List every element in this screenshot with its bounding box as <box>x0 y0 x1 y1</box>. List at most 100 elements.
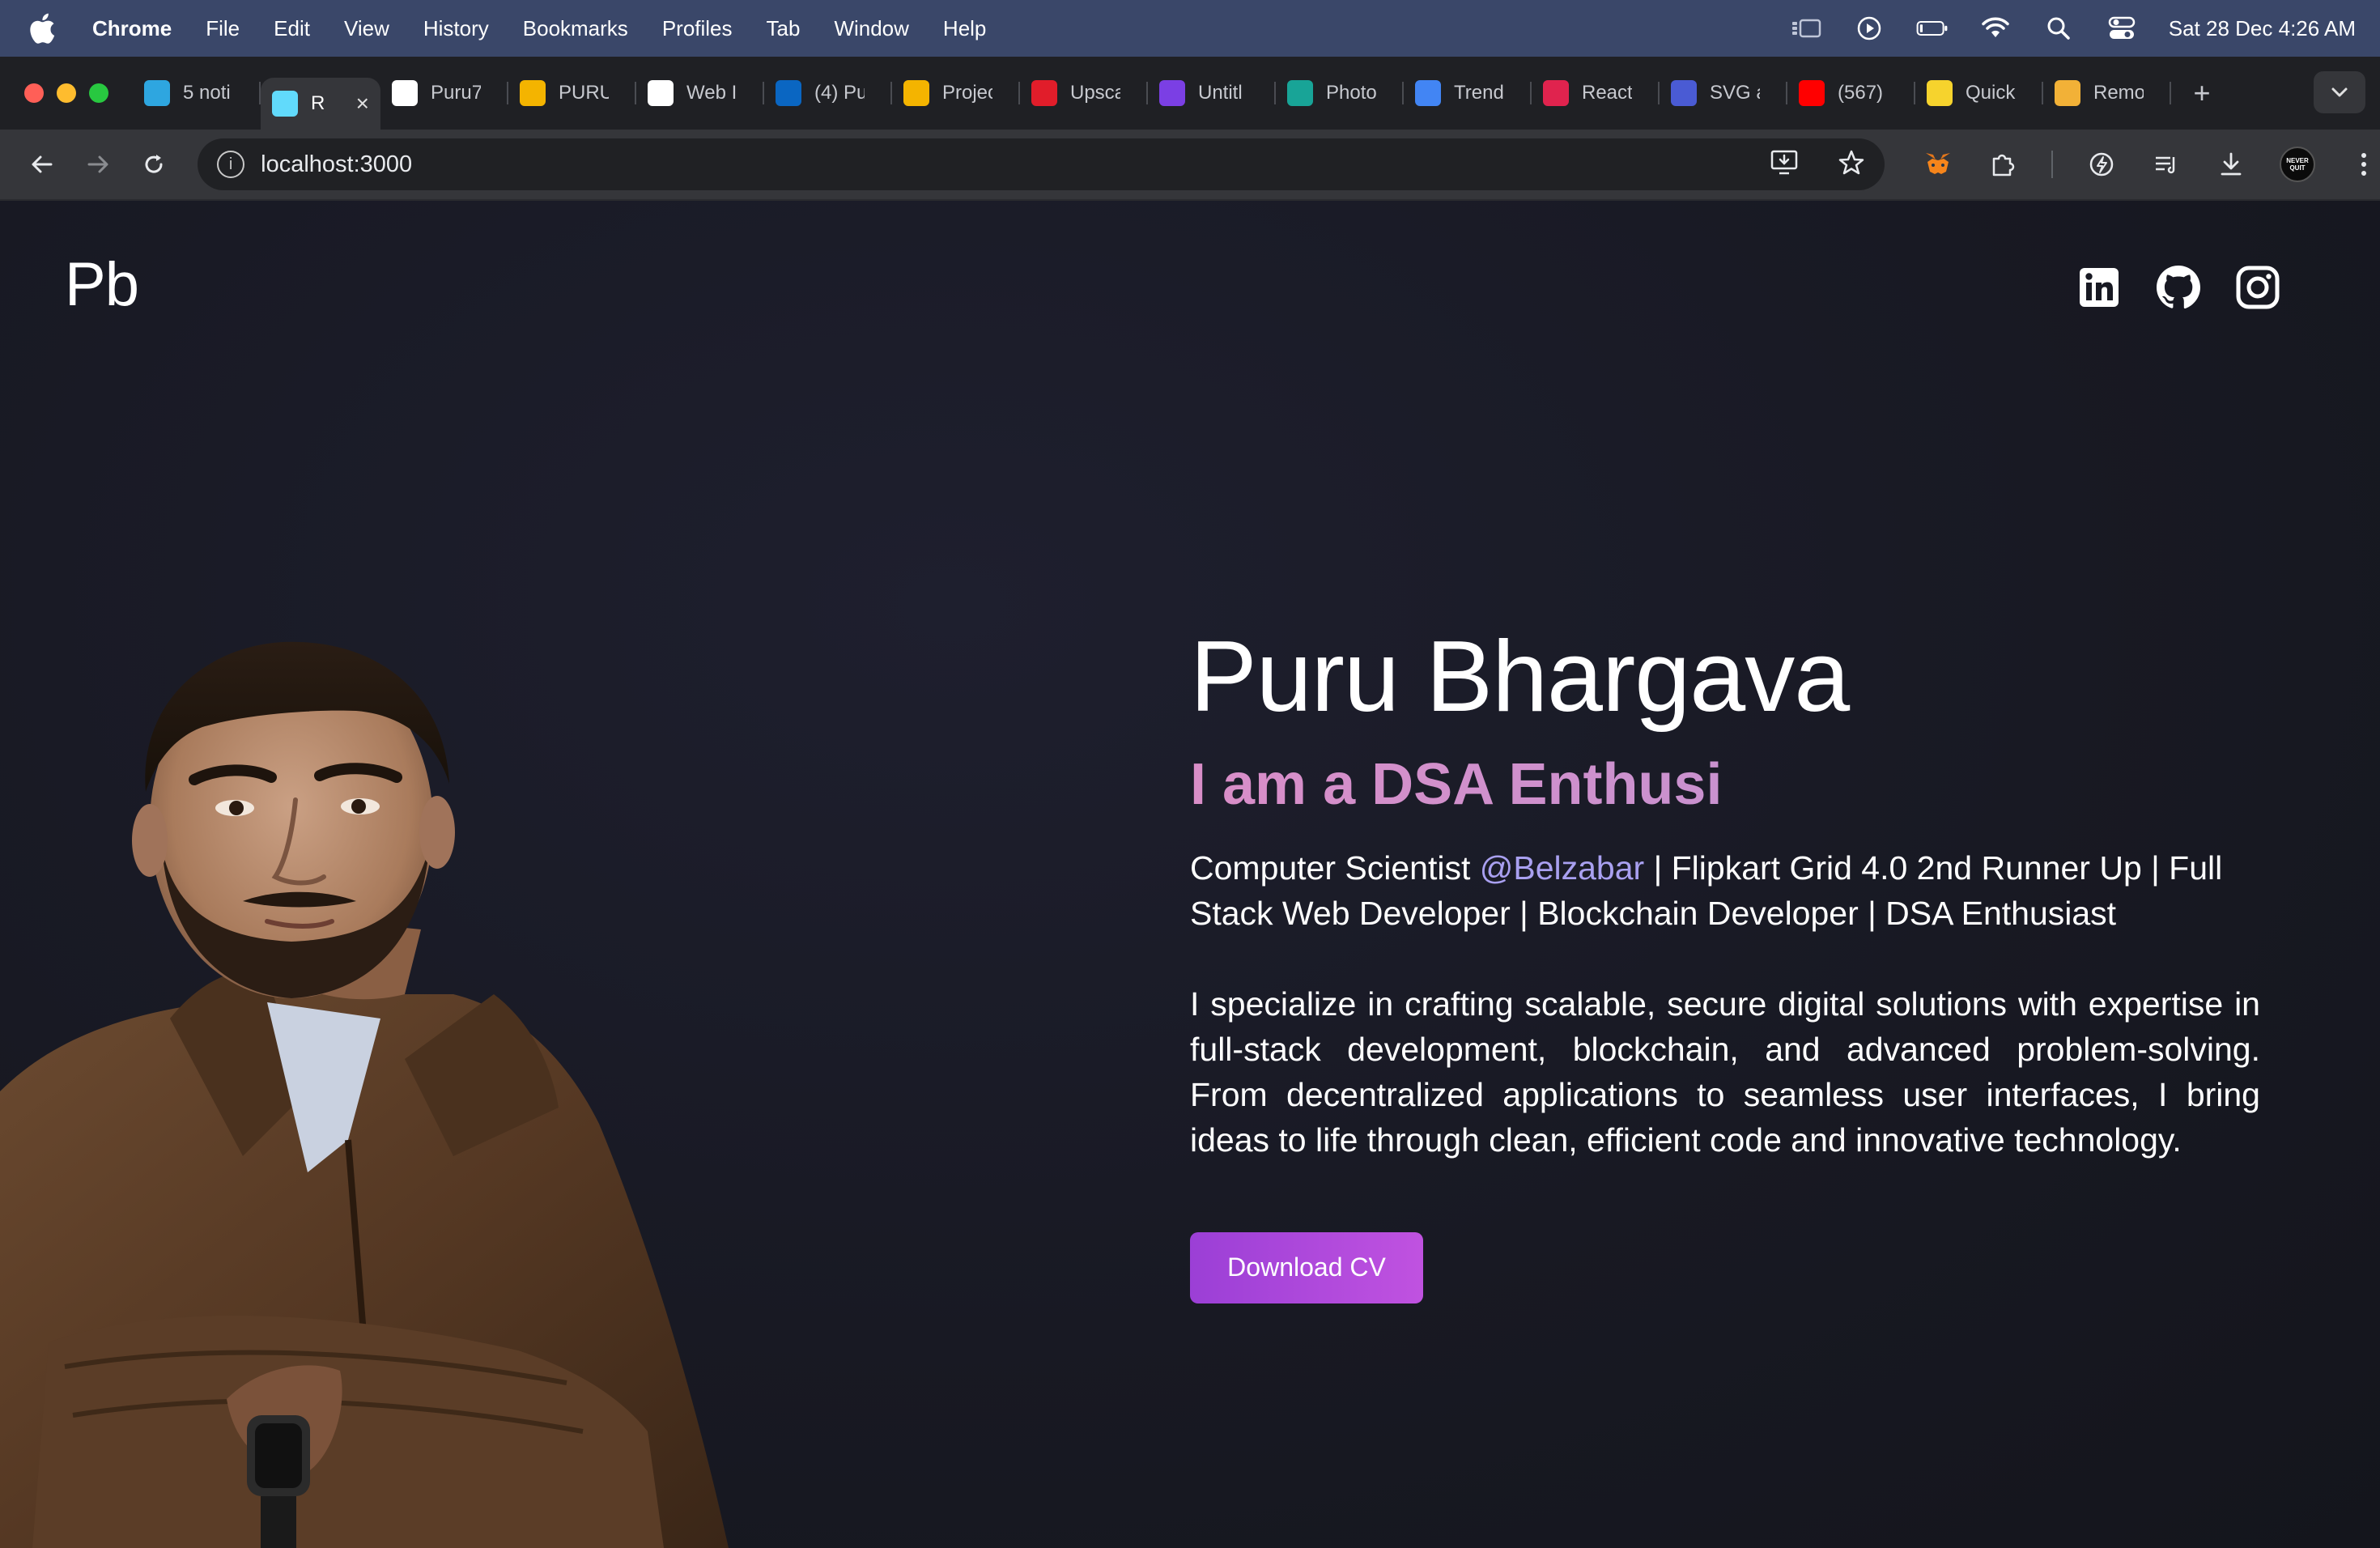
tab-label: PURU <box>559 82 609 104</box>
address-bar[interactable]: i localhost:3000 <box>198 138 1885 190</box>
metamask-extension-icon[interactable] <box>1922 148 1954 181</box>
stage-manager-icon[interactable] <box>1790 15 1822 42</box>
company-link[interactable]: @Belzabar <box>1480 849 1644 887</box>
social-links <box>2076 264 2281 311</box>
apple-menu-icon[interactable] <box>24 11 60 46</box>
back-button[interactable] <box>19 141 66 188</box>
macos-menubar: Chrome File Edit View History Bookmarks … <box>0 0 2380 57</box>
browser-tab[interactable]: SVG a <box>1660 67 1787 119</box>
browser-tab[interactable]: Quick <box>1915 67 2043 119</box>
menu-profiles[interactable]: Profiles <box>662 16 733 41</box>
battery-icon[interactable] <box>1916 15 1949 42</box>
menu-tab[interactable]: Tab <box>767 16 801 41</box>
react-icon <box>272 91 298 117</box>
new-tab-button[interactable]: + <box>2181 76 2223 110</box>
download-cv-button[interactable]: Download CV <box>1190 1231 1423 1303</box>
pixlr-icon <box>1031 80 1057 106</box>
close-window-icon[interactable] <box>24 83 44 103</box>
downloads-icon[interactable] <box>2215 148 2247 181</box>
forward-button[interactable] <box>75 141 121 188</box>
arrow-left-icon <box>32 155 53 173</box>
youtube-icon <box>1799 80 1825 106</box>
telegram-icon <box>144 80 170 106</box>
control-center-icon[interactable] <box>2106 15 2138 42</box>
browser-tab[interactable]: (567) <box>1787 67 1915 119</box>
profile-avatar-icon[interactable]: NEVER QUIT <box>2280 147 2316 182</box>
install-app-icon[interactable] <box>1770 149 1799 181</box>
tab-label: R <box>311 92 325 114</box>
reload-button[interactable] <box>130 141 176 188</box>
address-url[interactable]: localhost:3000 <box>261 151 412 178</box>
chrome-menu-icon[interactable] <box>2348 148 2380 181</box>
menu-app-name[interactable]: Chrome <box>92 16 172 41</box>
browser-tab[interactable]: Web I <box>636 67 764 119</box>
performance-icon[interactable] <box>2085 148 2118 181</box>
hero-name: Puru Bhargava <box>1190 621 1850 733</box>
reload-icon <box>145 155 163 173</box>
page-viewport: Pb Puru Bhargava I am a DSA Enthusi Comp… <box>0 201 2380 1548</box>
browser-tab[interactable]: Untitl <box>1148 67 1276 119</box>
browser-tab[interactable]: Remo <box>2043 67 2171 119</box>
instagram-icon[interactable] <box>2234 264 2281 311</box>
remove-bg-icon <box>2055 80 2080 106</box>
extensions-puzzle-icon[interactable] <box>1987 148 2019 181</box>
play-icon[interactable] <box>1853 15 1885 42</box>
tagline-text: Computer Scientist <box>1190 848 1480 887</box>
reading-list-icon[interactable] <box>2150 148 2182 181</box>
menubar-clock[interactable]: Sat 28 Dec 4:26 AM <box>2169 16 2356 41</box>
close-tab-icon[interactable]: × <box>356 91 369 117</box>
browser-tab[interactable]: Projec <box>892 67 1020 119</box>
menu-bookmarks[interactable]: Bookmarks <box>523 16 628 41</box>
hero-section: Puru Bhargava I am a DSA Enthusi Compute… <box>1190 622 2260 1303</box>
menu-help[interactable]: Help <box>943 16 986 41</box>
tab-label: React <box>1582 82 1632 104</box>
tab-label: 5 noti <box>183 82 231 104</box>
site-logo[interactable]: Pb <box>65 249 139 320</box>
google-drive-icon <box>520 80 546 106</box>
chrome-toolbar: i localhost:3000 NEVER QUIT <box>0 130 2380 201</box>
wifi-icon[interactable] <box>1979 15 2012 42</box>
github-icon[interactable] <box>2155 264 2202 311</box>
browser-tab[interactable]: Photo <box>1276 67 1404 119</box>
minimize-window-icon[interactable] <box>57 83 76 103</box>
tab-label: SVG a <box>1710 82 1760 104</box>
browser-tab[interactable]: Upsca <box>1020 67 1148 119</box>
linkedin-icon <box>776 80 801 106</box>
tech-icons-icon <box>1671 80 1697 106</box>
browser-tab[interactable]: React <box>1532 67 1660 119</box>
browser-tab[interactable]: Trend <box>1404 67 1532 119</box>
google-drive-icon <box>903 80 929 106</box>
openai-icon <box>648 80 674 106</box>
tab-label: Web I <box>686 82 737 104</box>
hero-bio: I specialize in crafting scalable, secur… <box>1190 985 2260 1159</box>
canva-icon <box>1159 80 1185 106</box>
extensions-area: NEVER QUIT <box>1922 147 2380 182</box>
browser-tab[interactable]: PURU <box>508 67 636 119</box>
spotlight-search-icon[interactable] <box>2042 15 2075 42</box>
menu-view[interactable]: View <box>344 16 389 41</box>
tab-label: Projec <box>942 82 992 104</box>
menu-file[interactable]: File <box>206 16 240 41</box>
react-icon <box>1543 80 1569 106</box>
tab-label: Untitl <box>1198 82 1243 104</box>
profile-portrait <box>0 641 729 1548</box>
linkedin-icon[interactable] <box>2076 264 2123 311</box>
tab-search-button[interactable] <box>2314 71 2365 113</box>
browser-tab[interactable]: R × <box>261 78 380 130</box>
zoom-window-icon[interactable] <box>89 83 108 103</box>
site-info-icon[interactable]: i <box>217 151 245 178</box>
bookmark-star-icon[interactable] <box>1838 149 1865 181</box>
photopea-icon <box>1287 80 1313 106</box>
browser-tab[interactable]: (4) Pu <box>764 67 892 119</box>
chevron-down-icon <box>2331 87 2348 97</box>
tab-label: Remo <box>2093 82 2144 104</box>
menu-window[interactable]: Window <box>834 16 908 41</box>
github-icon <box>392 80 418 106</box>
browser-tab[interactable]: Puru7 <box>380 67 508 119</box>
browser-tab[interactable]: 5 noti <box>133 67 261 119</box>
typing-text: I am a DSA Enthusi <box>1190 753 2260 817</box>
chrome-tab-strip: 5 noti R × Puru7 PURU Web I (4) Pu Projec Upsca U… <box>0 57 2380 130</box>
menu-history[interactable]: History <box>423 16 489 41</box>
menu-edit[interactable]: Edit <box>274 16 310 41</box>
toolbar-divider <box>2051 151 2054 178</box>
